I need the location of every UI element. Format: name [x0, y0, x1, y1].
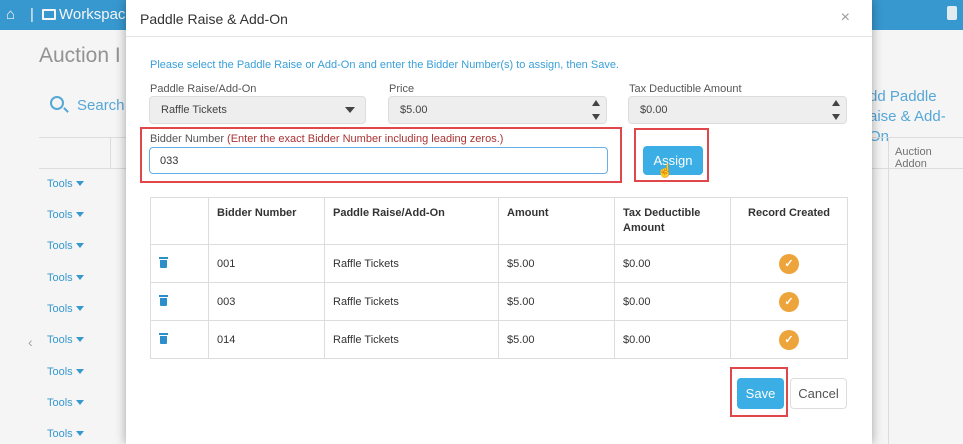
- highlight-box: [730, 367, 788, 417]
- record-created-cell: ✓: [730, 282, 848, 321]
- spinner-down-icon[interactable]: [832, 114, 840, 120]
- bidder-number-cell: 001: [208, 244, 325, 283]
- amount-cell: $5.00: [498, 244, 615, 283]
- column-header-record-created: Record Created: [730, 197, 848, 245]
- delete-cell: [150, 244, 209, 283]
- check-circle-icon: ✓: [779, 329, 799, 350]
- check-circle-icon: ✓: [779, 253, 799, 274]
- delete-cell: [150, 320, 209, 359]
- spinner-up-icon[interactable]: [592, 100, 600, 106]
- cancel-button[interactable]: Cancel: [790, 378, 847, 409]
- tax-cell: $0.00: [614, 244, 731, 283]
- amount-cell: $5.00: [498, 320, 615, 359]
- paddle-raise-cell: Raffle Tickets: [324, 244, 499, 283]
- tax-deductible-field[interactable]: $0.00: [628, 96, 847, 124]
- instructions-text: Please select the Paddle Raise or Add-On…: [150, 59, 619, 71]
- modal-header: Paddle Raise & Add-On ×: [126, 0, 872, 37]
- table-row: 003 Raffle Tickets $5.00 $0.00 ✓: [150, 282, 848, 321]
- column-header-actions: [150, 197, 209, 245]
- check-circle-icon: ✓: [779, 291, 799, 312]
- trash-icon[interactable]: [159, 294, 168, 306]
- close-icon[interactable]: ×: [841, 9, 850, 27]
- paddle-raise-cell: Raffle Tickets: [324, 320, 499, 359]
- highlight-box: [634, 128, 709, 182]
- tax-cell: $0.00: [614, 282, 731, 321]
- paddle-raise-select[interactable]: Raffle Tickets: [149, 96, 366, 124]
- caret-down-icon: [345, 107, 355, 113]
- table-row: 014 Raffle Tickets $5.00 $0.00 ✓: [150, 320, 848, 359]
- price-field[interactable]: $5.00: [388, 96, 607, 124]
- record-created-cell: ✓: [730, 320, 848, 359]
- table-row: 001 Raffle Tickets $5.00 $0.00 ✓: [150, 244, 848, 283]
- bidder-number-cell: 003: [208, 282, 325, 321]
- highlight-box: [140, 127, 622, 183]
- tax-deductible-label: Tax Deductible Amount: [629, 83, 742, 95]
- price-label: Price: [389, 83, 415, 95]
- column-header-tax-deductible: Tax Deductible Amount: [614, 197, 731, 245]
- modal-title: Paddle Raise & Add-On: [140, 11, 288, 27]
- column-header-paddle-raise: Paddle Raise/Add-On: [324, 197, 499, 245]
- paddle-raise-modal: Paddle Raise & Add-On × Please select th…: [126, 0, 872, 444]
- column-header-amount: Amount: [498, 197, 615, 245]
- paddle-raise-label: Paddle Raise/Add-On: [150, 83, 257, 95]
- amount-cell: $5.00: [498, 282, 615, 321]
- assignments-table: Bidder Number Paddle Raise/Add-On Amount…: [150, 197, 848, 359]
- bidder-number-cell: 014: [208, 320, 325, 359]
- table-header-row: Bidder Number Paddle Raise/Add-On Amount…: [150, 197, 848, 245]
- tax-cell: $0.00: [614, 320, 731, 359]
- delete-cell: [150, 282, 209, 321]
- record-created-cell: ✓: [730, 244, 848, 283]
- spinner-down-icon[interactable]: [592, 114, 600, 120]
- column-header-bidder-number: Bidder Number: [208, 197, 325, 245]
- trash-icon[interactable]: [159, 332, 168, 344]
- trash-icon[interactable]: [159, 256, 168, 268]
- paddle-raise-cell: Raffle Tickets: [324, 282, 499, 321]
- spinner-up-icon[interactable]: [832, 100, 840, 106]
